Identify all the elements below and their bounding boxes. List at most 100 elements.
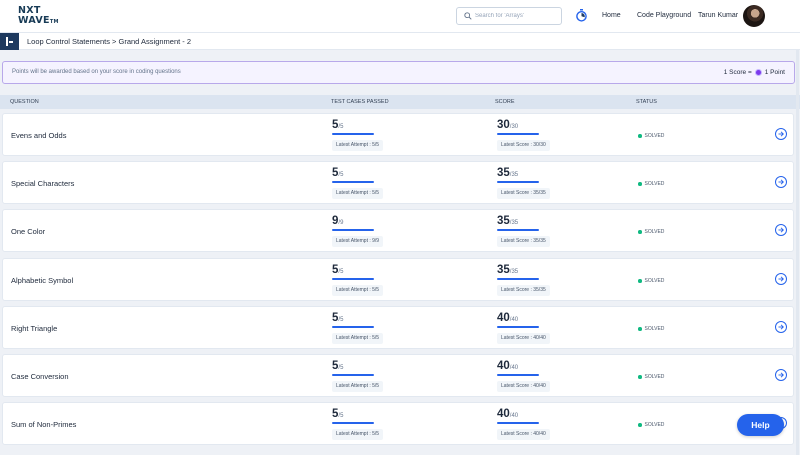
score-progress-bar <box>497 229 539 231</box>
tests-passed-count: 5/5 <box>332 312 344 324</box>
solved-dot-icon <box>638 134 642 138</box>
tests-total: /5 <box>338 413 344 419</box>
score-progress-bar <box>497 278 539 280</box>
score-total: /40 <box>509 413 519 419</box>
question-title[interactable]: Special Characters <box>11 179 74 188</box>
latest-attempt-badge: Latest Attempt : 5/5 <box>332 188 384 199</box>
table-row[interactable]: Right Triangle 5/5 Latest Attempt : 5/5 40/… <box>2 306 794 349</box>
arrow-right-icon <box>778 131 784 137</box>
question-title[interactable]: Evens and Odds <box>11 131 66 140</box>
tests-passed-count: 9/9 <box>332 215 344 227</box>
column-header-test-cases: TEST CASES PASSED <box>331 99 389 105</box>
user-avatar[interactable] <box>743 5 765 27</box>
open-question-button[interactable] <box>775 321 787 333</box>
tests-total: /9 <box>338 220 344 226</box>
score-point-rule: 1 Score = 1 Point <box>724 69 785 76</box>
logo-tm: TM <box>49 18 59 25</box>
score-value: 40/40 <box>497 360 519 372</box>
status-badge: SOLVED <box>638 422 664 428</box>
question-title[interactable]: Case Conversion <box>11 372 69 381</box>
top-navbar: NXT WAVETM Home Code Playground Tarun Ku… <box>0 0 800 33</box>
streak-timer-icon[interactable] <box>576 9 587 22</box>
table-row[interactable]: Special Characters 5/5 Latest Attempt : 5/… <box>2 161 794 204</box>
score-total: /40 <box>509 365 519 371</box>
score-total: /35 <box>509 269 519 275</box>
tests-total: /5 <box>338 269 344 275</box>
status-badge: SOLVED <box>638 374 664 380</box>
tests-progress-bar <box>332 229 374 231</box>
score-value: 35/35 <box>497 215 519 227</box>
score-progress-bar <box>497 133 539 135</box>
question-title[interactable]: Alphabetic Symbol <box>11 276 73 285</box>
tests-total: /5 <box>338 317 344 323</box>
arrow-right-icon <box>778 227 784 233</box>
score-value: 35/35 <box>497 167 519 179</box>
nav-home-link[interactable]: Home <box>602 12 621 19</box>
tests-progress-bar <box>332 278 374 280</box>
table-header: QUESTION TEST CASES PASSED SCORE STATUS <box>0 95 800 109</box>
table-row[interactable]: One Color 9/9 Latest Attempt : 9/9 35/35 Lat… <box>2 209 794 252</box>
latest-attempt-badge: Latest Attempt : 5/5 <box>332 333 384 344</box>
column-header-question: QUESTION <box>10 99 39 105</box>
status-badge: SOLVED <box>638 229 664 235</box>
nav-code-playground-link[interactable]: Code Playground <box>637 12 691 19</box>
breadcrumb: Loop Control Statements > Grand Assignme… <box>27 37 192 46</box>
page-scrollbar[interactable] <box>796 50 799 455</box>
score-progress-bar <box>497 181 539 183</box>
score-progress-bar <box>497 326 539 328</box>
status-badge: SOLVED <box>638 133 664 139</box>
score-progress-bar <box>497 422 539 424</box>
status-badge: SOLVED <box>638 326 664 332</box>
latest-score-badge: Latest Score : 30/30 <box>497 140 550 151</box>
score-total: /35 <box>509 220 519 226</box>
tests-progress-bar <box>332 326 374 328</box>
question-title[interactable]: Sum of Non-Primes <box>11 420 76 429</box>
tests-passed-count: 5/5 <box>332 264 344 276</box>
tests-progress-bar <box>332 133 374 135</box>
table-row[interactable]: Evens and Odds 5/5 Latest Attempt : 5/5 30/… <box>2 113 794 156</box>
point-coin-icon <box>754 69 762 76</box>
open-question-button[interactable] <box>775 176 787 188</box>
open-question-button[interactable] <box>775 369 787 381</box>
open-question-button[interactable] <box>775 273 787 285</box>
score-value: 40/40 <box>497 408 519 420</box>
arrow-right-icon <box>778 179 784 185</box>
latest-attempt-badge: Latest Attempt : 5/5 <box>332 285 384 296</box>
arrow-right-icon <box>778 324 784 330</box>
user-name[interactable]: Tarun Kumar <box>698 12 738 19</box>
latest-score-badge: Latest Score : 35/35 <box>497 236 550 247</box>
nxtwave-logo[interactable]: NXT WAVETM <box>18 6 59 27</box>
solved-dot-icon <box>638 230 642 234</box>
status-badge: SOLVED <box>638 181 664 187</box>
toggle-dash-icon <box>9 41 13 43</box>
solved-dot-icon <box>638 375 642 379</box>
open-question-button[interactable] <box>775 128 787 140</box>
sidebar-toggle-button[interactable] <box>0 33 19 50</box>
table-row[interactable]: Alphabetic Symbol 5/5 Latest Attempt : 5/5… <box>2 258 794 301</box>
tests-total: /5 <box>338 172 344 178</box>
breadcrumb-bar: Loop Control Statements > Grand Assignme… <box>0 33 800 50</box>
points-notice-banner: Points will be awarded based on your sco… <box>2 61 795 84</box>
latest-attempt-badge: Latest Attempt : 5/5 <box>332 140 384 151</box>
tests-passed-count: 5/5 <box>332 408 344 420</box>
search-icon <box>464 12 472 20</box>
column-header-status: STATUS <box>636 99 657 105</box>
tests-passed-count: 5/5 <box>332 360 344 372</box>
solved-dot-icon <box>638 279 642 283</box>
tests-total: /5 <box>338 124 344 130</box>
solved-dot-icon <box>638 423 642 427</box>
logo-line-2: WAVETM <box>18 14 59 26</box>
question-title[interactable]: Right Triangle <box>11 324 57 333</box>
search-input[interactable] <box>475 10 559 22</box>
arrow-right-icon <box>778 372 784 378</box>
help-button[interactable]: Help <box>737 414 784 436</box>
search-box[interactable] <box>456 7 562 25</box>
question-title[interactable]: One Color <box>11 227 45 236</box>
open-question-button[interactable] <box>775 224 787 236</box>
table-row[interactable]: Sum of Non-Primes 5/5 Latest Attempt : 5/5… <box>2 402 794 445</box>
rule-right-text: 1 Point <box>764 69 785 76</box>
score-value: 40/40 <box>497 312 519 324</box>
tests-progress-bar <box>332 181 374 183</box>
latest-attempt-badge: Latest Attempt : 9/9 <box>332 236 384 247</box>
table-row[interactable]: Case Conversion 5/5 Latest Attempt : 5/5 40… <box>2 354 794 397</box>
